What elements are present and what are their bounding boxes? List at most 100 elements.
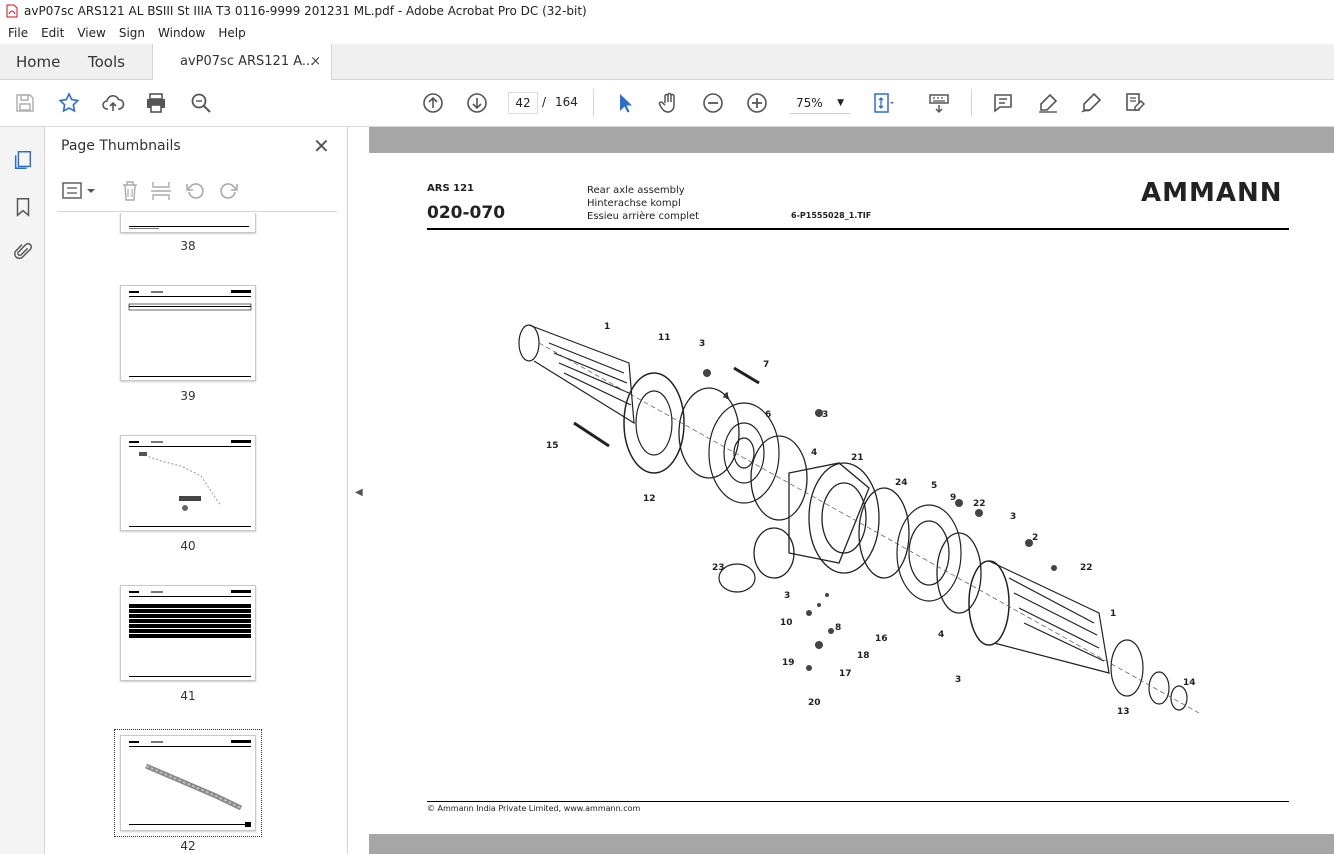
find-button[interactable] <box>188 90 214 116</box>
print-button[interactable] <box>143 90 169 116</box>
thumbnail-options-icon[interactable] <box>61 180 97 202</box>
tab-document[interactable]: avP07sc ARS121 A... × <box>152 44 332 80</box>
comment-button[interactable] <box>990 90 1016 116</box>
toolbar-divider <box>971 89 972 117</box>
callout-17: 17 <box>839 669 852 679</box>
chevron-down-icon: ▼ <box>837 98 844 108</box>
zoom-in-icon <box>747 93 767 113</box>
tab-home[interactable]: Home <box>16 44 60 80</box>
menu-window[interactable]: Window <box>158 26 205 40</box>
pen-draw-icon <box>1081 92 1102 113</box>
callout-23: 23 <box>712 563 725 573</box>
footer-copyright: © Ammann India Private Limited, www.amma… <box>427 804 641 813</box>
fit-page-icon <box>874 93 894 113</box>
next-page-button[interactable] <box>464 90 490 116</box>
drawing-file-name: 6-P1555028_1.TIF <box>791 211 872 220</box>
assembly-code: 020-070 <box>427 203 506 223</box>
zoom-level-value: 75% <box>796 96 823 110</box>
callout-21: 21 <box>851 453 864 463</box>
fill-sign-button[interactable] <box>1122 90 1148 116</box>
save-icon <box>16 94 34 112</box>
callout-22: 22 <box>973 499 986 509</box>
panel-title: Page Thumbnails <box>61 138 181 154</box>
main-toolbar: 42 / 164 75% ▼ <box>0 80 1334 127</box>
zoom-level-select[interactable]: 75% ▼ <box>790 92 850 114</box>
tab-close-icon[interactable]: × <box>310 44 321 80</box>
highlight-button[interactable] <box>1035 90 1061 116</box>
callout-9: 9 <box>950 493 957 503</box>
thumbnail-list: 38 39 40 41 42 <box>45 213 330 854</box>
brand-logo: AMMANN <box>1141 178 1283 208</box>
callout-16: 16 <box>875 634 888 644</box>
callout-24: 24 <box>895 478 908 488</box>
thumbnail-page-40[interactable] <box>120 435 256 531</box>
menu-file[interactable]: File <box>8 26 28 40</box>
thumbnail-page-38[interactable] <box>120 213 256 233</box>
thumbnail-page-41[interactable] <box>120 585 256 681</box>
callout-5: 5 <box>931 481 938 491</box>
callout-22: 22 <box>1080 563 1093 573</box>
description-de: Hinterachse kompl <box>587 198 681 209</box>
hand-tool-button[interactable] <box>656 90 682 116</box>
printer-icon <box>147 93 165 113</box>
callout-4: 4 <box>723 392 730 402</box>
rotate-right-icon[interactable] <box>217 179 241 203</box>
search-icon <box>191 93 211 113</box>
menu-help[interactable]: Help <box>218 26 245 40</box>
hand-icon <box>658 92 675 113</box>
tab-tools[interactable]: Tools <box>88 44 125 80</box>
thumbnail-label: 42 <box>180 839 196 853</box>
fit-page-button[interactable] <box>870 90 896 116</box>
star-icon <box>58 92 80 113</box>
scroll-mode-button[interactable] <box>926 90 952 116</box>
thumbnail-label: 39 <box>180 389 196 403</box>
collapse-panel-handle[interactable]: ◀ <box>348 127 370 854</box>
callout-12: 12 <box>643 494 656 504</box>
zoom-out-icon <box>703 93 723 113</box>
arrow-down-circle-icon <box>467 93 487 113</box>
exploded-axle-drawing <box>518 324 1200 714</box>
thumbnail-page-39[interactable] <box>120 285 256 381</box>
page-number-input[interactable]: 42 <box>508 92 538 114</box>
callout-10: 10 <box>780 618 793 628</box>
callout-19: 19 <box>782 658 795 668</box>
cursor-arrow-icon <box>620 94 632 113</box>
select-tool-button[interactable] <box>612 90 638 116</box>
pages-icon <box>14 151 32 169</box>
callout-7: 7 <box>763 360 770 370</box>
bookmarks-button[interactable] <box>10 194 36 220</box>
delete-page-icon[interactable] <box>119 179 141 203</box>
rotate-left-icon[interactable] <box>183 179 207 203</box>
page-total: 164 <box>555 95 578 109</box>
callout-18: 18 <box>857 651 870 661</box>
upload-button[interactable] <box>100 90 126 116</box>
assembly-description: Rear axle assembly Hinterachse kompl Ess… <box>587 184 699 223</box>
callout-1: 1 <box>604 322 611 332</box>
callout-3: 3 <box>784 591 791 601</box>
previous-page-button[interactable] <box>420 90 446 116</box>
bookmark-star-button[interactable] <box>56 90 82 116</box>
thumbnail-toolbar <box>57 177 337 205</box>
menu-sign[interactable]: Sign <box>119 26 145 40</box>
page-thumbnails-button[interactable] <box>10 147 36 173</box>
save-button[interactable] <box>12 90 38 116</box>
close-icon[interactable]: ✕ <box>313 134 330 158</box>
menu-view[interactable]: View <box>77 26 105 40</box>
pdf-page: ARS 121 020-070 Rear axle assembly Hinte… <box>369 153 1334 834</box>
zoom-in-button[interactable] <box>744 90 770 116</box>
extract-page-icon[interactable] <box>149 179 173 203</box>
menu-edit[interactable]: Edit <box>41 26 64 40</box>
draw-button[interactable] <box>1078 90 1104 116</box>
callout-13: 13 <box>1117 707 1130 717</box>
panel-divider <box>57 211 337 212</box>
callout-4: 4 <box>811 448 818 458</box>
callout-3: 3 <box>822 410 829 420</box>
zoom-out-button[interactable] <box>700 90 726 116</box>
footer-rule <box>427 801 1289 802</box>
callout-3: 3 <box>955 675 962 685</box>
tab-document-label: avP07sc ARS121 A... <box>180 54 315 69</box>
callout-11: 11 <box>658 333 671 343</box>
document-view[interactable]: ARS 121 020-070 Rear axle assembly Hinte… <box>369 127 1334 854</box>
attachments-button[interactable] <box>10 239 36 265</box>
thumbnail-page-42[interactable] <box>114 729 262 837</box>
